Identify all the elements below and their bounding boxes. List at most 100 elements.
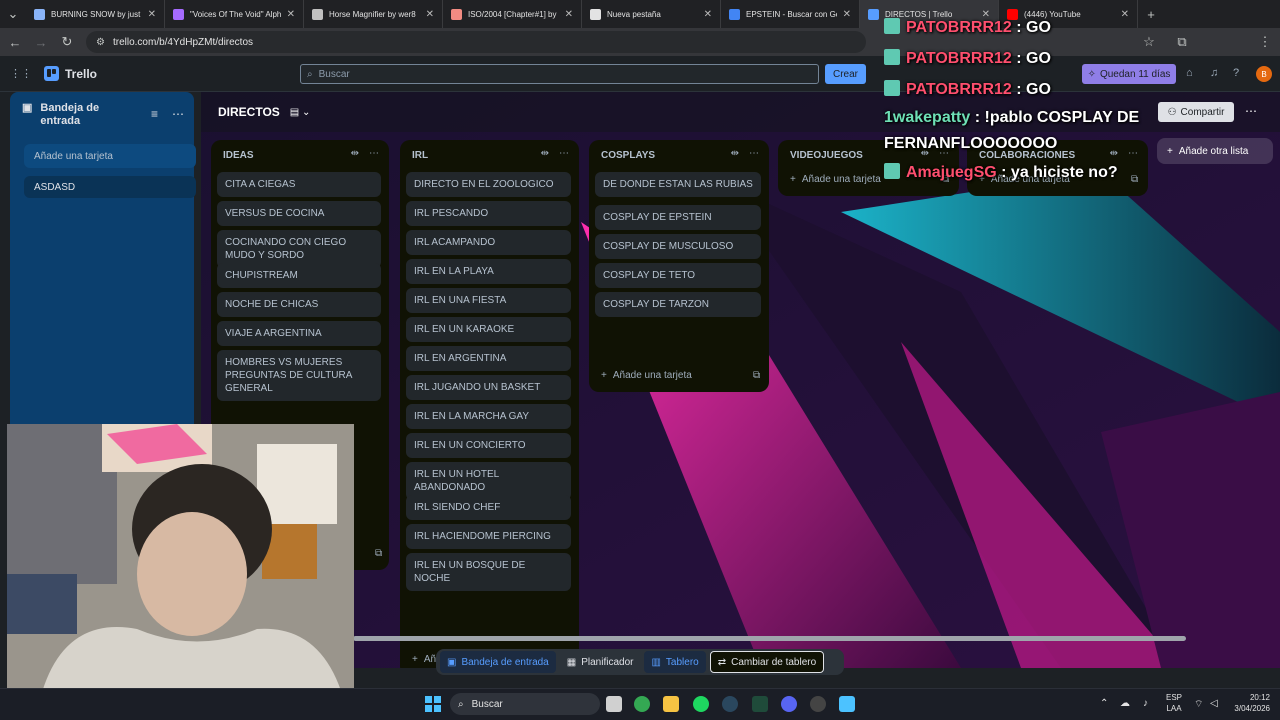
tab-search-icon[interactable]: ⌄ [0, 6, 26, 22]
close-tab-icon[interactable]: ✕ [565, 9, 573, 20]
list-card[interactable]: IRL EN UN BOSQUE DE NOCHE [406, 553, 571, 591]
nav-switch-board[interactable]: ⇄ Cambiar de tablero [709, 651, 825, 673]
list-card[interactable]: IRL EN UNA FIESTA [406, 288, 571, 313]
list-card[interactable]: IRL EN UN KARAOKE [406, 317, 571, 342]
collapse-icon[interactable]: ⇹ [731, 148, 739, 159]
taskbar-search[interactable]: ⌕ Buscar [450, 693, 600, 715]
browser-tab[interactable]: Horse Magnifier by wer8 ✕ [304, 0, 443, 28]
list-card[interactable]: HOMBRES VS MUJERES PREGUNTAS DE CULTURA … [217, 350, 381, 401]
nav-inbox[interactable]: ▣ Bandeja de entrada [440, 651, 556, 673]
windows-start-icon[interactable] [425, 696, 441, 712]
card-template-icon[interactable]: ⧉ [753, 370, 760, 381]
chrome-icon[interactable] [634, 696, 650, 712]
back-icon[interactable]: ← [8, 35, 22, 50]
nav-board[interactable]: ▥ Tablero [644, 651, 706, 673]
create-button[interactable]: Crear [825, 64, 866, 84]
url-input[interactable]: ⚙ trello.com/b/4YdHpZMt/directos [86, 31, 866, 53]
list-menu-icon[interactable]: ⋯ [369, 148, 379, 159]
browser-tab[interactable]: EPSTEIN - Buscar con Goo ✕ [721, 0, 860, 28]
network-tray-icon[interactable]: ☁ [1120, 698, 1130, 709]
share-button[interactable]: ⚇ Compartir [1158, 102, 1234, 122]
close-tab-icon[interactable]: ✕ [704, 9, 712, 20]
wifi-tray-icon[interactable]: ⌔ [1194, 698, 1203, 711]
obs-icon[interactable] [810, 696, 826, 712]
list-card[interactable]: VERSUS DE COCINA [217, 201, 381, 226]
list-card[interactable]: IRL HACIENDOME PIERCING [406, 524, 571, 549]
list-card[interactable]: CHUPISTREAM [217, 263, 381, 288]
board-view-icon[interactable]: ▤ ⌄ [290, 107, 311, 118]
more-icon[interactable]: ⋯ [172, 107, 184, 121]
list-card[interactable]: IRL ACAMPANDO [406, 230, 571, 255]
list-card[interactable]: COSPLAY DE EPSTEIN [595, 205, 761, 230]
list-card[interactable]: IRL EN ARGENTINA [406, 346, 571, 371]
mic-tray-icon[interactable]: ♪ [1143, 698, 1148, 709]
add-card-button[interactable]: + Añade una tarjeta ⧉ [601, 370, 760, 381]
new-tab-icon[interactable]: + [1144, 7, 1158, 22]
file-explorer-icon[interactable] [663, 696, 679, 712]
list-card[interactable]: COSPLAY DE TETO [595, 263, 761, 288]
apps-grid-icon[interactable]: ⋮⋮ [10, 67, 32, 80]
notepad-icon[interactable] [839, 696, 855, 712]
language-indicator[interactable]: ESP LAA [1166, 692, 1182, 714]
list-card[interactable]: COSPLAY DE TARZON [595, 292, 761, 317]
task-view-icon[interactable] [606, 696, 622, 712]
list-card[interactable]: IRL JUGANDO UN BASKET [406, 375, 571, 400]
forward-icon[interactable]: → [34, 35, 48, 50]
search-input[interactable]: ⌕ Buscar [300, 64, 819, 84]
board-menu-icon[interactable]: ⋯ [1245, 104, 1257, 118]
clock[interactable]: 20:12 3/04/2026 [1234, 692, 1270, 714]
close-tab-icon[interactable]: ✕ [148, 9, 156, 20]
list-card[interactable]: NOCHE DE CHICAS [217, 292, 381, 317]
list-card[interactable]: DIRECTO EN EL ZOOLOGICO [406, 172, 571, 197]
discord-icon[interactable] [781, 696, 797, 712]
volume-tray-icon[interactable]: ◁ [1210, 698, 1218, 709]
browser-tab[interactable]: "Voices Of The Void" Alph ✕ [165, 0, 304, 28]
nav-planner[interactable]: ▦ Planificador [560, 651, 641, 673]
browser-tab[interactable]: Nueva pestaña ✕ [582, 0, 721, 28]
tray-chevron-icon[interactable]: ⌃ [1100, 698, 1108, 709]
list-card[interactable]: IRL EN LA MARCHA GAY [406, 404, 571, 429]
steam-icon[interactable] [722, 696, 738, 712]
close-tab-icon[interactable]: ✕ [287, 9, 295, 20]
browser-tab[interactable]: ISO/2004 [Chapter#1] by ✕ [443, 0, 582, 28]
avatar[interactable]: B [1256, 66, 1272, 82]
inbox-card[interactable]: ASDASD [24, 176, 196, 198]
notifications-icon[interactable]: ♫ [1210, 67, 1218, 79]
list-menu-icon[interactable]: ⋯ [749, 148, 759, 159]
list-title[interactable]: IDEAS [223, 150, 254, 161]
inbox-add-card[interactable]: Añade una tarjeta [24, 144, 196, 168]
list-title[interactable]: VIDEOJUEGOS [790, 150, 863, 161]
collapse-icon[interactable]: ⇹ [541, 148, 549, 159]
card-template-icon[interactable]: ⧉ [375, 548, 382, 559]
horizontal-scrollbar[interactable] [353, 636, 1186, 641]
close-tab-icon[interactable]: ✕ [843, 9, 851, 20]
list-card[interactable]: COSPLAY DE MUSCULOSO [595, 234, 761, 259]
spotify-icon[interactable] [693, 696, 709, 712]
board-title[interactable]: DIRECTOS [218, 105, 280, 119]
list-card[interactable]: DE DONDE ESTAN LAS RUBIAS [595, 172, 761, 197]
list-card[interactable]: VIAJE A ARGENTINA [217, 321, 381, 346]
list-card[interactable]: IRL EN LA PLAYA [406, 259, 571, 284]
list-irl[interactable]: IRL ⇹ ⋯ DIRECTO EN EL ZOOLOGICO IRL PESCANDO… [400, 140, 579, 668]
list-card[interactable]: IRL PESCANDO [406, 201, 571, 226]
list-card[interactable]: IRL EN UN CONCIERTO [406, 433, 571, 458]
close-tab-icon[interactable]: ✕ [426, 9, 434, 20]
filter-icon[interactable]: ≡ [151, 107, 158, 121]
list-card[interactable]: IRL SIENDO CHEF [406, 495, 571, 520]
browser-tab[interactable]: BURNING SNOW by just ✕ [26, 0, 165, 28]
list-card[interactable]: CITA A CIEGAS [217, 172, 381, 197]
feedback-icon[interactable]: ⌂ [1186, 67, 1193, 79]
list-menu-icon[interactable]: ⋯ [559, 148, 569, 159]
list-cosplays[interactable]: COSPLAYS ⇹ ⋯ DE DONDE ESTAN LAS RUBIAS COSPL… [589, 140, 769, 392]
site-info-icon[interactable]: ⚙ [96, 37, 105, 48]
trello-logo[interactable]: Trello [44, 66, 97, 81]
extensions-icon[interactable]: ⧉ [1175, 34, 1189, 50]
list-title[interactable]: IRL [412, 150, 428, 161]
add-list-button[interactable]: + Añade otra lista [1157, 138, 1273, 164]
help-icon[interactable]: ? [1233, 67, 1239, 79]
list-title[interactable]: COSPLAYS [601, 150, 655, 161]
reload-icon[interactable]: ↻ [60, 34, 74, 50]
collapse-icon[interactable]: ⇹ [351, 148, 359, 159]
menu-icon[interactable]: ⋮ [1258, 34, 1272, 50]
terminal-icon[interactable] [752, 696, 768, 712]
